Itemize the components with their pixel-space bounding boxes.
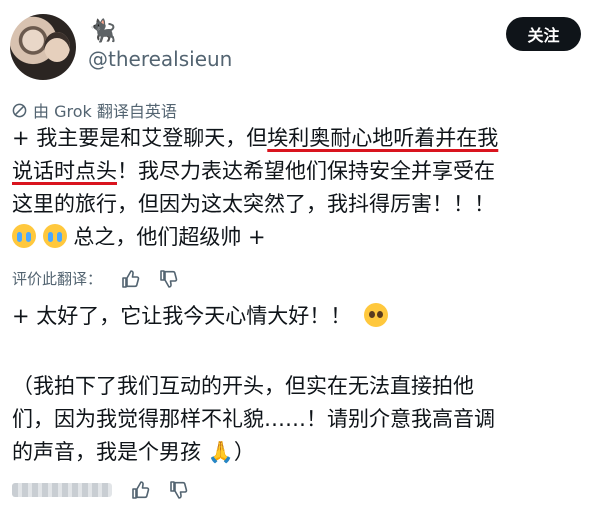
post-text: + 太好了，它让我今天心情大好！！ [12, 304, 352, 328]
highlighted-text: 埃利奥耐心地听着并在我 [267, 126, 499, 150]
thumbs-down-icon[interactable] [158, 269, 178, 289]
blurred-label [12, 483, 112, 497]
loudly-crying-face-icon [12, 224, 36, 248]
translation-note: 由 Grok 翻译自英语 [33, 102, 177, 121]
translated-by-grok: 由 Grok 翻译自英语 [12, 98, 177, 122]
folded-hands-icon: 🙏 [207, 440, 234, 464]
loudly-crying-face-icon [42, 224, 67, 248]
black-cat-icon: 🐈‍⬛ [89, 19, 117, 44]
thumbs-down-icon[interactable] [168, 480, 188, 500]
post-text: + 我主要是和艾登聊天，但 [12, 126, 268, 150]
avatar[interactable] [10, 14, 76, 80]
post-text: ） [233, 440, 255, 464]
thumbs-up-icon[interactable] [120, 269, 140, 289]
post-text: ！我尽力表达希望他们保持安全并享受在 [117, 159, 495, 183]
rate-translation-footer [12, 480, 188, 500]
post-text: （我拍下了我们互动的开头，但实在无法直接拍他 [12, 374, 474, 398]
follow-button[interactable]: 关注 [506, 17, 581, 51]
post-text: 总之，他们超级帅 + [73, 225, 266, 249]
post-paragraph-1: + 我主要是和艾登聊天，但埃利奥耐心地听着并在我 说话时点头！我尽力表达希望他们… [12, 122, 498, 254]
rate-label: 评价此翻译： [12, 270, 103, 288]
post-text: 这里的旅行，但因为这太突然了，我抖得厉害！！！ [12, 192, 495, 216]
post-paragraph-3: （我拍下了我们互动的开头，但实在无法直接拍他 们，因为我觉得那样不礼貌……！请别… [12, 370, 495, 469]
highlighted-text: 说话时点头 [12, 159, 117, 183]
rate-translation: 评价此翻译： [12, 268, 178, 289]
post-text: 们，因为我觉得那样不礼貌……！请别介意我高音调 [12, 407, 495, 431]
thumbs-up-icon[interactable] [130, 480, 150, 500]
post-text: 的声音，我是个男孩 [12, 440, 201, 464]
post-paragraph-2: + 太好了，它让我今天心情大好！！ [12, 300, 388, 333]
grok-icon [12, 103, 27, 117]
user-handle[interactable]: @therealsieun [88, 47, 232, 71]
pleading-face-icon [363, 303, 388, 327]
